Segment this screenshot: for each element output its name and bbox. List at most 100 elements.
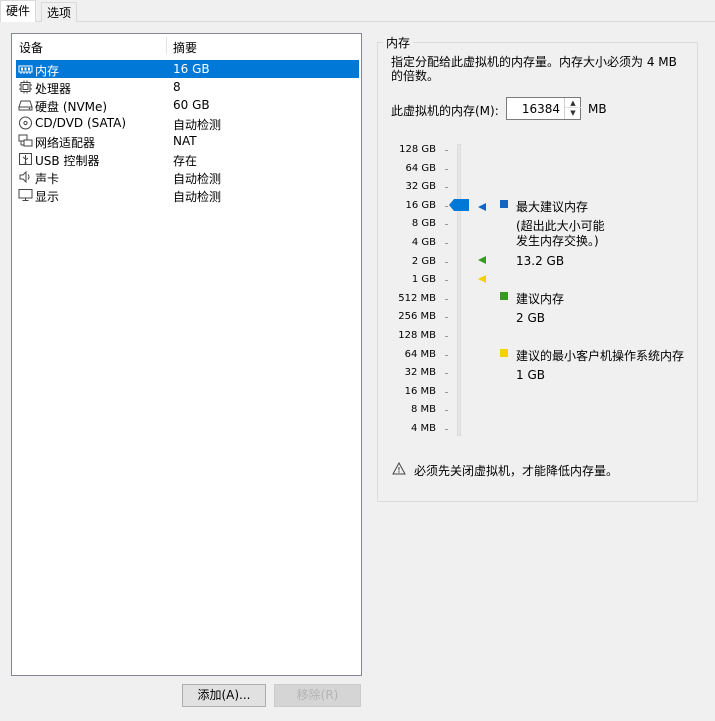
- max-recommended-marker: [478, 203, 486, 211]
- memory-scale-tick: [445, 373, 448, 375]
- spin-up-button[interactable]: ▲: [565, 98, 581, 108]
- memory-scale-tick: [445, 243, 448, 244]
- device-name: 显示: [35, 190, 60, 204]
- cd-dvd-icon: [19, 116, 32, 130]
- min-guest-legend-title: 建议的最小客户机操作系统内存: [516, 349, 685, 363]
- processor-icon: [19, 80, 32, 94]
- memory-slider-track[interactable]: [457, 144, 461, 436]
- memory-scale-label: 64 GB: [405, 162, 436, 174]
- memory-scale-tick: [445, 317, 448, 319]
- memory-warning-text: 必须先关闭虚拟机，才能降低内存量。: [414, 464, 619, 478]
- memory-scale-label: 4 GB: [411, 237, 436, 248]
- display-icon: [18, 189, 33, 201]
- device-row-sound-card[interactable]: 声卡 自动检测: [16, 168, 359, 186]
- memory-scale-label: 16 MB: [404, 385, 436, 397]
- column-header-summary[interactable]: 摘要: [173, 39, 197, 56]
- memory-amount-label: 此虚拟机的内存(M):: [391, 104, 499, 118]
- tab-bar: 硬件 选项: [0, 0, 715, 22]
- device-name: 声卡: [35, 172, 60, 186]
- memory-scale-tick: [445, 280, 448, 282]
- max-recommended-legend-swatch: [500, 200, 508, 208]
- memory-scale-tick: [445, 298, 448, 300]
- device-name: USB 控制器: [35, 154, 100, 168]
- device-row-processor[interactable]: 处理器 8: [16, 78, 359, 96]
- memory-scale-label: 256 MB: [398, 311, 436, 323]
- tab-hardware[interactable]: 硬件: [0, 0, 37, 22]
- recommended-legend-swatch: [500, 292, 508, 300]
- column-header-device[interactable]: 设备: [19, 39, 43, 56]
- min-guest-marker: [478, 275, 486, 283]
- recommended-marker: [478, 256, 486, 264]
- memory-scale-label: 2 GB: [411, 255, 436, 267]
- memory-icon: [18, 65, 33, 74]
- memory-scale-tick: [445, 205, 448, 207]
- memory-amount-input[interactable]: 16384: [522, 102, 560, 116]
- device-summary: 存在: [173, 154, 198, 168]
- device-summary: 自动检测: [173, 190, 222, 204]
- tab-options[interactable]: 选项: [41, 2, 78, 22]
- sound-card-icon: [19, 170, 30, 184]
- device-summary: 60 GB: [173, 98, 210, 112]
- memory-scale-label: 8 MB: [410, 404, 436, 416]
- device-summary: 自动检测: [173, 172, 222, 186]
- spin-buttons: ▲ ▼: [564, 98, 581, 119]
- memory-scale-label: 32 GB: [405, 181, 436, 193]
- memory-scale-tick: [445, 187, 448, 189]
- device-name: 内存: [35, 64, 60, 78]
- min-guest-legend-value: 1 GB: [516, 368, 545, 382]
- device-name: CD/DVD (SATA): [35, 116, 127, 130]
- device-name: 硬盘 (NVMe): [35, 100, 108, 114]
- device-summary: 16 GB: [173, 62, 210, 76]
- memory-scale-label: 32 MB: [404, 367, 436, 379]
- device-row-usb-controller[interactable]: USB 控制器 存在: [16, 150, 359, 168]
- memory-scale-tick: [445, 261, 448, 263]
- usb-icon: [19, 153, 32, 165]
- device-row-network-adapter[interactable]: 网络适配器 NAT: [16, 132, 359, 150]
- memory-scale-label: 4 MB: [410, 423, 436, 434]
- memory-scale-tick: [445, 336, 448, 337]
- device-name: 网络适配器: [35, 136, 96, 150]
- memory-scale-tick: [445, 224, 448, 226]
- memory-scale-label: 512 MB: [398, 292, 436, 304]
- device-summary: NAT: [173, 134, 197, 148]
- device-row-cd-dvd[interactable]: CD/DVD (SATA) 自动检测: [16, 114, 359, 132]
- device-row-hard-disk[interactable]: 硬盘 (NVMe) 60 GB: [16, 96, 359, 114]
- memory-scale-tick: [445, 429, 448, 430]
- device-list-header: 设备 摘要: [12, 34, 361, 56]
- max-recommended-legend-value: 13.2 GB: [516, 254, 565, 268]
- spin-down-button[interactable]: ▼: [565, 108, 581, 118]
- tab-bar-divider: [0, 21, 715, 22]
- device-row-memory[interactable]: 内存 16 GB: [16, 60, 359, 78]
- memory-scale-label: 1 GB: [411, 274, 436, 286]
- warning-icon: [392, 462, 406, 475]
- memory-scale-label: 128 MB: [398, 330, 436, 341]
- device-row-display[interactable]: 显示 自动检测: [16, 186, 359, 204]
- max-recommended-legend-title: 最大建议内存: [516, 200, 589, 214]
- memory-scale-tick: [445, 391, 448, 393]
- network-adapter-icon: [18, 134, 33, 147]
- memory-scale-tick: [445, 354, 448, 356]
- memory-description: 指定分配给此虚拟机的内存量。内存大小必须为 4 MB 的倍数。: [391, 55, 677, 83]
- memory-scale-tick: [445, 150, 448, 151]
- hard-disk-icon: [18, 100, 33, 111]
- add-device-button[interactable]: 添加(A)...: [182, 684, 266, 707]
- max-recommended-legend-note: (超出此大小可能发生内存交换。): [516, 219, 605, 248]
- remove-device-button[interactable]: 移除(R): [274, 684, 361, 707]
- memory-group-title: 内存: [383, 34, 414, 51]
- device-list[interactable]: 设备 摘要 内存 16 GB 处理器 8 硬盘 (NVMe) 60 GB CD/…: [11, 33, 362, 676]
- memory-scale-label: 16 GB: [405, 199, 436, 211]
- min-guest-legend-swatch: [500, 349, 508, 357]
- column-separator[interactable]: [166, 37, 167, 54]
- memory-unit-label: MB: [588, 102, 607, 116]
- recommended-legend-value: 2 GB: [516, 311, 545, 325]
- memory-slider-thumb[interactable]: [449, 199, 469, 211]
- memory-scale-tick: [445, 410, 448, 412]
- recommended-legend-title: 建议内存: [516, 292, 565, 306]
- memory-scale-label: 8 GB: [411, 218, 436, 230]
- memory-scale-label: 128 GB: [399, 144, 436, 155]
- memory-amount-spinbox[interactable]: 16384 ▲ ▼: [506, 97, 581, 120]
- device-name: 处理器: [35, 82, 72, 96]
- memory-scale-label: 64 MB: [404, 348, 436, 360]
- memory-scale-tick: [445, 168, 448, 170]
- device-summary: 8: [173, 80, 181, 94]
